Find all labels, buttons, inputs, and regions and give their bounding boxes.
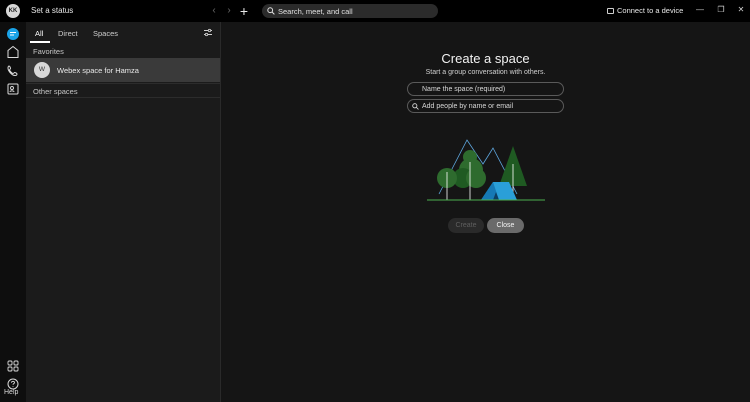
create-space-pane: Create a space Start a group conversatio… — [221, 22, 750, 402]
favorites-section-label: Favorites — [33, 47, 64, 56]
space-avatar: W — [34, 62, 50, 78]
back-arrow-icon[interactable]: ‹ — [209, 5, 219, 17]
tab-all[interactable]: All — [35, 29, 43, 38]
add-people-placeholder: Add people by name or email — [422, 103, 514, 110]
tab-spaces[interactable]: Spaces — [93, 29, 118, 38]
minimize-button[interactable]: — — [694, 4, 706, 16]
divider — [26, 83, 220, 84]
close-button[interactable]: Close — [487, 218, 524, 233]
divider — [26, 97, 220, 98]
list-item[interactable]: W Webex space for Hamza — [26, 58, 220, 82]
search-icon — [412, 103, 419, 110]
space-name-placeholder: Name the space (required) — [422, 86, 506, 93]
apps-icon[interactable] — [5, 358, 21, 374]
connect-label: Connect to a device — [617, 6, 684, 15]
forward-arrow-icon[interactable]: › — [224, 5, 234, 17]
top-bar: KK Set a status ‹ › + Search, meet, and … — [0, 0, 750, 22]
page-subtitle: Start a group conversation with others. — [425, 69, 546, 76]
add-people-input[interactable]: Add people by name or email — [407, 99, 564, 113]
campsite-illustration — [427, 139, 545, 201]
search-placeholder: Search, meet, and call — [278, 7, 353, 16]
calling-icon[interactable] — [5, 63, 21, 79]
close-window-button[interactable]: ✕ — [735, 4, 747, 16]
search-bar[interactable]: Search, meet, and call — [262, 4, 438, 18]
spaces-list-panel: All Direct Spaces Favorites W Webex spac… — [26, 22, 221, 402]
device-icon — [607, 8, 614, 14]
tab-direct[interactable]: Direct — [58, 29, 78, 38]
space-name-input[interactable]: Name the space (required) — [407, 82, 564, 96]
filter-icon[interactable] — [203, 28, 213, 37]
new-item-button[interactable]: + — [238, 3, 250, 19]
search-icon — [267, 7, 275, 15]
user-avatar[interactable]: KK — [6, 4, 20, 18]
teams-icon[interactable] — [5, 44, 21, 60]
left-rail: Help — [0, 22, 26, 402]
connect-device-button[interactable]: Connect to a device — [607, 6, 683, 15]
other-spaces-section-label[interactable]: Other spaces — [33, 87, 78, 96]
contacts-icon[interactable] — [5, 81, 21, 97]
set-status-link[interactable]: Set a status — [31, 6, 73, 15]
filter-tabs: All Direct Spaces — [26, 22, 221, 44]
create-button[interactable]: Create — [448, 218, 484, 233]
active-tab-indicator — [30, 41, 50, 43]
space-name: Webex space for Hamza — [57, 66, 139, 75]
help-label[interactable]: Help — [4, 389, 18, 396]
restore-button[interactable]: ❐ — [715, 4, 727, 16]
page-title: Create a space — [441, 51, 530, 66]
messaging-icon[interactable] — [5, 26, 21, 42]
